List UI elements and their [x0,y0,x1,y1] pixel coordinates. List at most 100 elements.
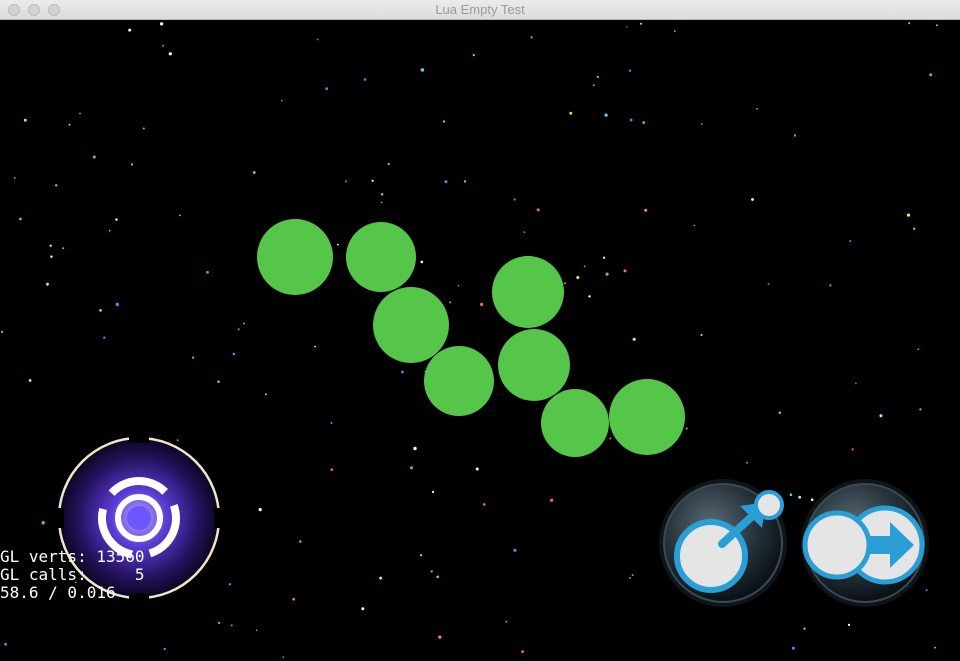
star [206,270,209,274]
star [108,229,111,232]
star [243,322,246,325]
star [673,30,676,33]
star [628,69,632,72]
star [626,26,628,28]
star [550,498,554,502]
star [387,162,390,166]
star [265,393,267,396]
star [778,411,782,415]
star [444,180,448,184]
star [798,495,802,499]
star [163,647,166,651]
star [92,155,96,159]
star [55,184,58,187]
star [237,328,240,331]
star [232,352,236,356]
star [879,414,883,418]
star [513,548,517,552]
star [162,44,165,47]
star [218,621,221,625]
star [50,255,53,258]
star [19,217,22,221]
title-bar: Lua Empty Test [0,0,960,20]
star [934,646,937,649]
star [803,627,806,630]
star [505,620,508,623]
star [345,180,348,183]
star [380,193,384,196]
star [906,213,911,217]
circle-arrow-right-icon [802,505,925,585]
star [130,163,134,166]
star [115,302,120,307]
ball [498,329,570,401]
star [631,574,634,577]
star [363,78,367,81]
star [592,84,595,87]
star [330,422,333,424]
star [847,623,851,627]
star [258,508,262,512]
star [115,218,118,221]
star [521,650,524,653]
star [176,439,179,442]
star [419,554,423,557]
star [791,646,795,650]
dash-button[interactable] [801,479,929,607]
star [596,75,600,79]
jump-button[interactable] [659,479,787,607]
star [217,380,220,384]
gl-calls-stat: GL calls: 5 [0,565,145,584]
star [192,356,195,359]
star [851,448,854,451]
star [583,265,586,268]
star [401,370,404,374]
star [292,598,296,601]
star [230,624,233,627]
star [361,607,365,611]
star [252,171,256,174]
star [314,345,316,348]
star [128,28,132,32]
star [700,123,703,125]
star [379,576,383,580]
star [23,118,27,122]
star [282,656,285,658]
star [530,36,533,39]
star [810,498,814,502]
star [929,73,933,77]
star [483,503,486,506]
star [793,134,797,137]
star [609,437,612,440]
star [4,642,7,646]
window-title: Lua Empty Test [435,2,525,17]
green-balls [257,219,685,457]
star [789,493,793,497]
star [604,113,608,117]
star [413,446,417,451]
star [640,22,642,25]
star [475,467,479,471]
star [632,337,636,341]
star [255,629,258,632]
star [767,283,770,285]
star [936,24,938,27]
star [420,68,425,72]
ball [609,379,685,455]
star [756,108,758,110]
ball [346,222,416,292]
star [142,127,145,130]
star [228,583,232,586]
star [371,179,374,182]
star [700,334,703,336]
star [380,201,383,204]
star [829,284,832,287]
star [99,308,103,312]
star [49,244,52,247]
star [160,22,164,26]
star [463,180,467,183]
star [472,54,475,57]
star [432,490,435,493]
star [103,336,106,339]
star [0,330,4,333]
